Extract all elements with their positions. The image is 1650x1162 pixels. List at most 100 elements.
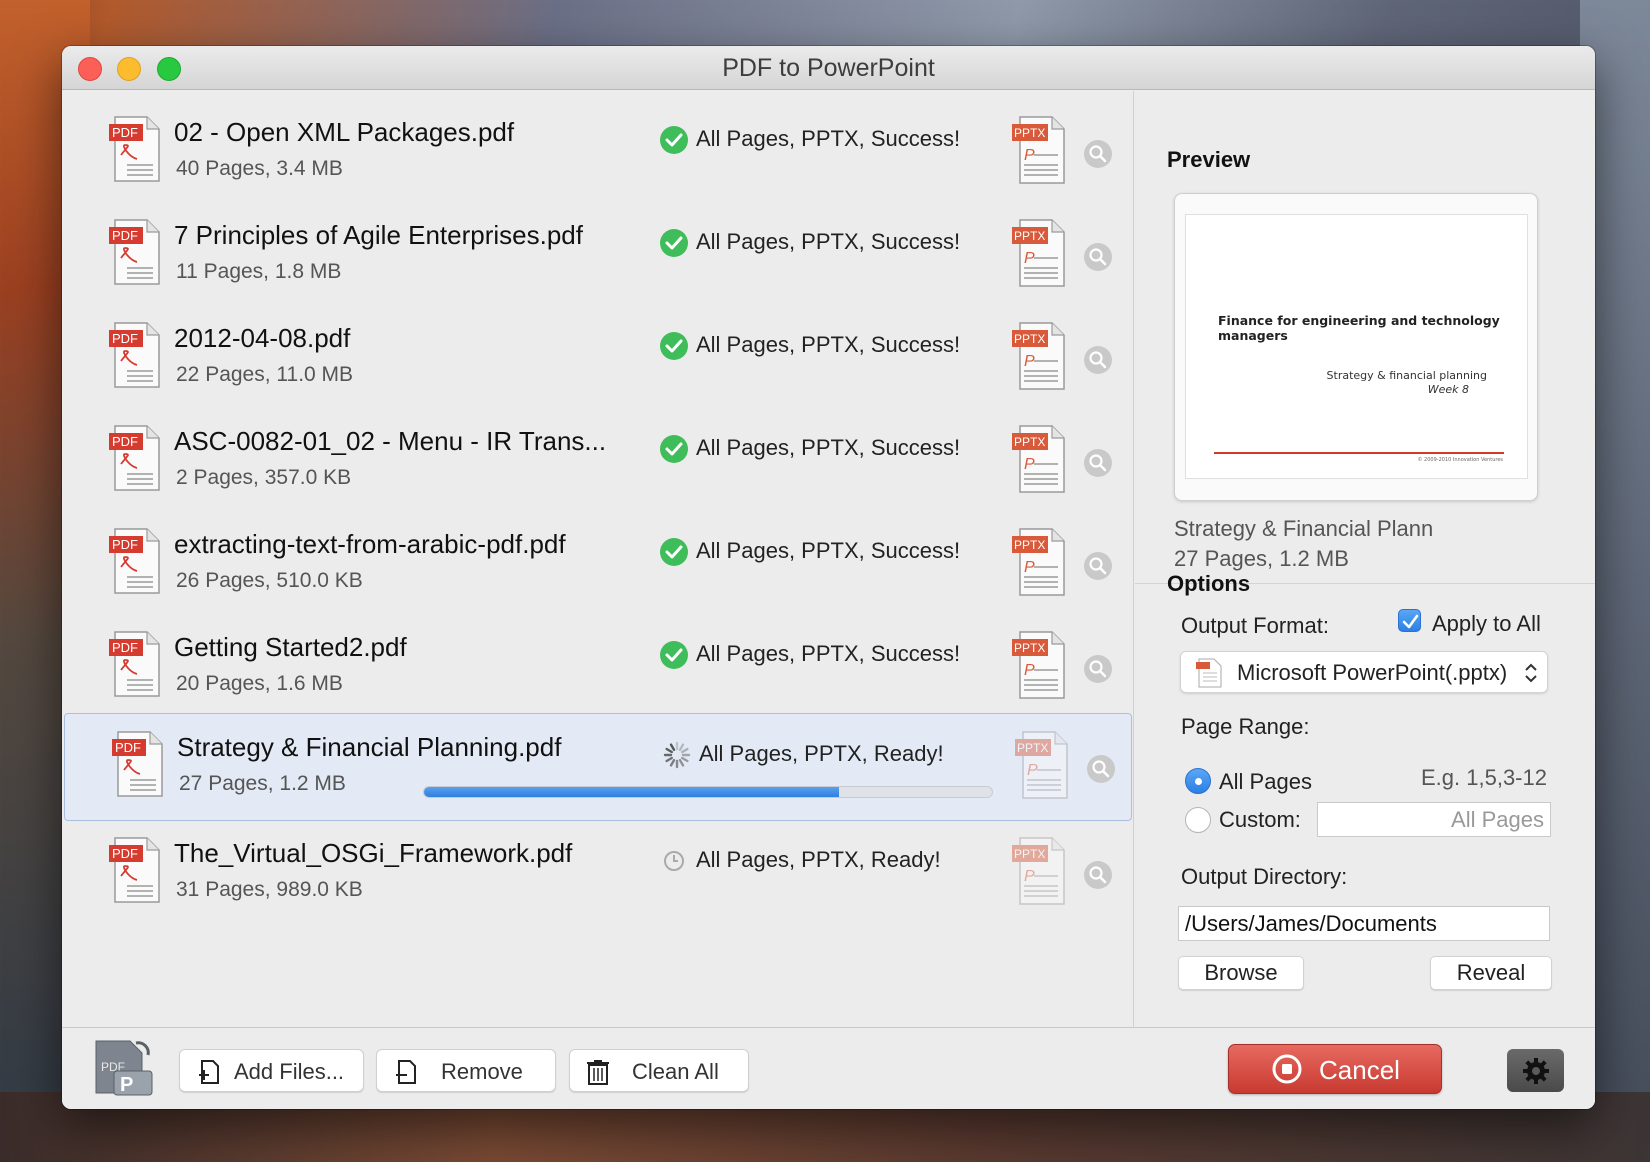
clock-icon [664,851,684,871]
pdf-file-icon: PDF [109,322,160,388]
preview-zoom-button[interactable] [1083,860,1113,890]
pptx-file-icon: PPTX P [1012,837,1065,905]
slide-title: Finance for engineering and technology m… [1218,313,1500,343]
apply-to-all-label[interactable]: Apply to All [1432,611,1541,637]
file-row[interactable]: PDF ASC-0082-01_02 - Menu - IR Trans... 2… [62,408,1134,516]
apply-to-all-checkbox[interactable] [1398,609,1421,632]
clean-all-label: Clean All [632,1059,719,1084]
slide-subtitle: Strategy & financial planning [1326,369,1487,382]
pptx-file-icon: PPTX P [1012,116,1065,184]
conversion-status: All Pages, PPTX, Success! [696,641,961,666]
file-meta: 26 Pages, 510.0 KB [176,569,363,592]
updown-chevron-icon [1525,663,1537,683]
trash-icon [587,1060,609,1085]
pdf-file-icon: PDF [109,528,160,594]
sidebar-panel: Preview Finance for engineering and tech… [1135,91,1595,1027]
svg-text:P: P [1024,250,1035,267]
add-file-icon [199,1060,219,1084]
preview-zoom-button[interactable] [1083,551,1113,581]
custom-range-input[interactable]: All Pages [1317,802,1551,837]
svg-text:P: P [1024,868,1035,885]
success-check-icon [660,126,688,154]
conversion-progress-bar [423,786,993,798]
svg-text:P: P [1027,762,1038,779]
output-format-select[interactable]: Microsoft PowerPoint(.pptx) [1180,651,1548,693]
add-files-label: Add Files... [234,1059,345,1084]
svg-text:PPTX: PPTX [1014,126,1045,140]
pptx-file-icon: PPTX P [1012,219,1065,287]
svg-text:PPTX: PPTX [1017,741,1048,755]
pptx-file-icon: PPTX P [1012,425,1065,493]
output-format-value: Microsoft PowerPoint(.pptx) [1237,660,1508,685]
conversion-status: All Pages, PPTX, Success! [696,332,961,357]
conversion-status: All Pages, PPTX, Ready! [699,741,944,766]
pdf-file-icon: PDF [109,631,160,697]
file-row[interactable]: PDF 02 - Open XML Packages.pdf 40 Pages, … [62,99,1134,207]
app-logo-letter: P [120,1074,133,1096]
custom-range-placeholder: All Pages [1451,807,1544,832]
all-pages-label[interactable]: All Pages [1219,769,1312,795]
file-meta: 31 Pages, 989.0 KB [176,878,363,901]
app-window: PDF to PowerPoint PDF 02 - Open XML Pack… [62,46,1595,1109]
file-row[interactable]: PDF Getting Started2.pdf 20 Pages, 1.6 MB… [62,614,1134,722]
pdf-file-icon: PDF [109,837,160,903]
pdf-file-icon: PDF [112,731,163,797]
file-name: 7 Principles of Agile Enterprises.pdf [174,220,583,250]
page-range-example: E.g. 1,5,3-12 [1421,765,1547,790]
svg-text:PPTX: PPTX [1014,847,1045,861]
pptx-file-icon [1196,658,1222,688]
preview-zoom-button[interactable] [1083,345,1113,375]
preview-heading: Preview [1167,147,1251,172]
svg-text:P: P [1024,662,1035,679]
svg-text:P: P [1024,456,1035,473]
svg-text:PDF: PDF [112,228,138,243]
file-row[interactable]: PDF 7 Principles of Agile Enterprises.pd… [62,202,1134,310]
preview-thumbnail[interactable]: Finance for engineering and technology m… [1174,193,1538,501]
pptx-file-icon: PPTX P [1015,731,1068,799]
pptx-file-icon: PPTX P [1012,631,1065,699]
reveal-button[interactable]: Reveal [1430,956,1552,990]
svg-text:PPTX: PPTX [1014,229,1045,243]
file-row[interactable]: PDF 2012-04-08.pdf 22 Pages, 11.0 MB All P… [62,305,1134,413]
preview-slide: Finance for engineering and technology m… [1185,214,1528,479]
stop-icon [1272,1054,1302,1084]
file-meta: 22 Pages, 11.0 MB [176,363,354,386]
remove-button[interactable]: Remove [376,1049,556,1092]
preview-zoom-button[interactable] [1083,242,1113,272]
output-directory-field[interactable]: /Users/James/Documents [1178,906,1550,941]
svg-text:PDF: PDF [115,740,141,755]
pptx-file-icon: PPTX P [1012,528,1065,596]
file-meta: 27 Pages, 1.2 MB [179,772,346,795]
cancel-button[interactable]: Cancel [1228,1044,1442,1094]
file-name: extracting-text-from-arabic-pdf.pdf [174,529,566,559]
file-row[interactable]: PDF extracting-text-from-arabic-pdf.pdf 2… [62,511,1134,619]
success-check-icon [660,332,688,360]
gear-icon [1523,1058,1549,1084]
remove-file-icon [396,1060,416,1084]
file-row[interactable]: PDF Strategy & Financial Planning.pdf 27 … [64,713,1132,821]
file-row[interactable]: PDF The_Virtual_OSGi_Framework.pdf 31 Pag… [62,820,1134,928]
file-name: ASC-0082-01_02 - Menu - IR Trans... [174,426,607,456]
add-files-button[interactable]: Add Files... [179,1049,364,1092]
pdf-file-icon: PDF [109,219,160,285]
svg-text:PDF: PDF [112,640,138,655]
clean-all-button[interactable]: Clean All [569,1049,749,1092]
custom-range-radio[interactable] [1185,807,1211,833]
window-title: PDF to PowerPoint [722,54,935,82]
settings-button[interactable] [1507,1049,1564,1092]
output-format-label: Output Format: [1181,613,1329,638]
file-list[interactable]: PDF 02 - Open XML Packages.pdf 40 Pages, … [62,91,1134,1027]
svg-text:PDF: PDF [112,125,138,140]
preview-zoom-button[interactable] [1083,654,1113,684]
preview-zoom-button[interactable] [1086,754,1116,784]
svg-text:PPTX: PPTX [1014,332,1045,346]
browse-button[interactable]: Browse [1178,956,1304,990]
svg-text:PPTX: PPTX [1014,641,1045,655]
all-pages-radio[interactable] [1185,768,1211,794]
custom-range-label[interactable]: Custom: [1219,807,1301,833]
progress-fill [424,787,839,797]
preview-zoom-button[interactable] [1083,448,1113,478]
remove-label: Remove [441,1059,523,1084]
slide-divider-line [1214,452,1504,454]
preview-zoom-button[interactable] [1083,139,1113,169]
